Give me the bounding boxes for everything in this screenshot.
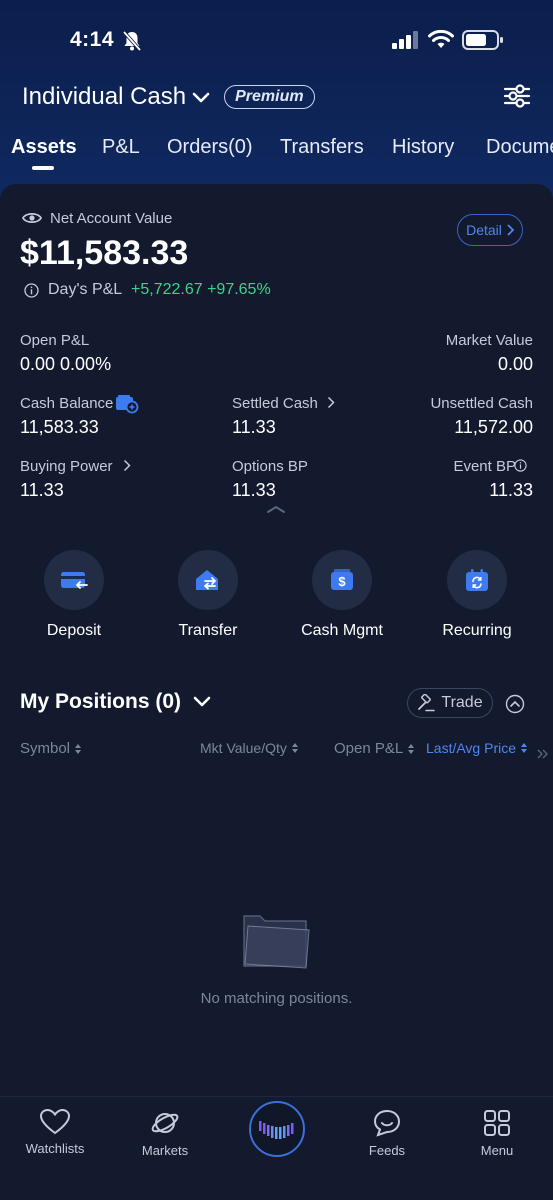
collapse-circle-icon[interactable] (505, 694, 525, 714)
transfer-label: Transfer (178, 622, 238, 639)
bell-muted-icon (122, 30, 142, 52)
cash-mgmt-action[interactable]: $ Cash Mgmt (282, 550, 402, 640)
buying-power-value: 11.33 (20, 480, 64, 500)
recurring-label: Recurring (442, 622, 512, 639)
collapse-chevron-icon[interactable] (266, 504, 286, 514)
bottom-navigation: Watchlists Markets Feeds Menu (0, 1096, 553, 1200)
cash-mgmt-label: Cash Mgmt (301, 622, 383, 639)
settled-cash-value: 11.33 (232, 417, 276, 437)
empty-folder-icon (243, 915, 310, 969)
event-bp-value: 11.33 (489, 480, 533, 500)
wifi-icon (428, 30, 454, 48)
nav-feeds[interactable]: Feeds (332, 1109, 442, 1169)
transfer-icon (196, 570, 218, 590)
active-tab-indicator (32, 166, 54, 170)
column-last-avg-price[interactable]: Last/Avg Price (426, 740, 528, 756)
column-mkt-value[interactable]: Mkt Value/Qty (200, 740, 299, 756)
tab-documents[interactable]: Documents (486, 136, 553, 159)
unsettled-cash-label: Unsettled Cash (430, 395, 533, 412)
chat-icon (373, 1109, 401, 1137)
recurring-action[interactable]: Recurring (417, 550, 537, 640)
gavel-icon (418, 694, 436, 712)
premium-badge[interactable]: Premium (224, 85, 315, 109)
account-selector[interactable]: Individual Cash Premium (22, 80, 315, 114)
info-icon[interactable] (514, 459, 527, 472)
wallet-add-icon[interactable] (115, 394, 139, 414)
detail-button[interactable]: Detail (457, 214, 523, 246)
sort-icon (408, 743, 415, 754)
net-account-value-label: Net Account Value (50, 210, 173, 227)
cash-mgmt-icon: $ (331, 569, 353, 590)
eye-icon[interactable] (22, 211, 42, 225)
days-pl-value: +5,722.67 +97.65% (131, 281, 271, 298)
tab-transfers[interactable]: Transfers (280, 136, 364, 159)
open-pl-value: 0.00 0.00% (20, 354, 112, 374)
heart-icon (40, 1109, 70, 1135)
open-pl-label: Open P&L (20, 332, 90, 349)
sort-icon (75, 743, 82, 754)
unsettled-cash-value: 11,572.00 (454, 417, 533, 437)
double-chevron-right-icon[interactable] (537, 748, 549, 760)
cellular-signal-icon (392, 31, 418, 49)
chevron-right-icon[interactable] (327, 396, 335, 409)
chevron-down-icon[interactable] (193, 696, 211, 708)
cash-balance-value: 11,583.33 (20, 417, 99, 437)
chevron-right-icon (507, 224, 514, 236)
empty-positions-text: No matching positions. (200, 990, 353, 1007)
settings-sliders-icon[interactable] (503, 83, 531, 109)
net-account-value: $11,583.33 (20, 234, 189, 272)
trade-button[interactable]: Trade (407, 688, 493, 718)
deposit-icon (61, 572, 88, 589)
center-logo-button[interactable] (249, 1101, 305, 1157)
market-value-value: 0.00 (497, 354, 533, 374)
status-time: 4:14 (70, 28, 115, 51)
column-symbol[interactable]: Symbol (20, 740, 82, 757)
sort-icon (521, 743, 528, 753)
tab-orders[interactable]: Orders(0) (167, 136, 253, 159)
chevron-right-icon[interactable] (123, 459, 131, 472)
sort-icon (291, 743, 298, 753)
account-name: Individual Cash (22, 83, 187, 110)
info-icon[interactable] (24, 283, 39, 298)
options-bp-label: Options BP (232, 458, 308, 475)
trade-label: Trade (441, 694, 483, 711)
grid-icon (484, 1110, 510, 1136)
nav-menu[interactable]: Menu (442, 1109, 552, 1169)
market-value-label: Market Value (445, 332, 533, 349)
chevron-down-icon (192, 92, 210, 103)
days-pl-label: Day's P&L (48, 281, 123, 298)
positions-title[interactable]: My Positions (0) (20, 690, 181, 714)
deposit-label: Deposit (46, 622, 102, 639)
tab-pl[interactable]: P&L (102, 136, 140, 159)
deposit-action[interactable]: Deposit (14, 550, 134, 640)
nav-watchlists[interactable]: Watchlists (0, 1109, 110, 1169)
tab-assets[interactable]: Assets (11, 136, 77, 159)
settled-cash-label[interactable]: Settled Cash (232, 395, 318, 412)
svg-text:$: $ (338, 574, 346, 589)
options-bp-value: 11.33 (232, 480, 276, 500)
nav-markets[interactable]: Markets (110, 1109, 220, 1169)
detail-label: Detail (466, 222, 502, 238)
tab-history[interactable]: History (392, 136, 454, 159)
buying-power-label[interactable]: Buying Power (20, 458, 113, 475)
logo-icon (259, 1121, 294, 1139)
recurring-icon (466, 569, 488, 591)
battery-icon (462, 30, 503, 50)
status-bar: 4:14 (0, 22, 553, 62)
column-open-pl[interactable]: Open P&L (334, 740, 415, 757)
account-tabs: Assets P&L Orders(0) Transfers History D… (0, 136, 553, 176)
event-bp-label: Event BP (453, 458, 516, 475)
transfer-action[interactable]: Transfer (148, 550, 268, 640)
cash-balance-label: Cash Balance (20, 395, 114, 412)
planet-icon (151, 1113, 179, 1133)
